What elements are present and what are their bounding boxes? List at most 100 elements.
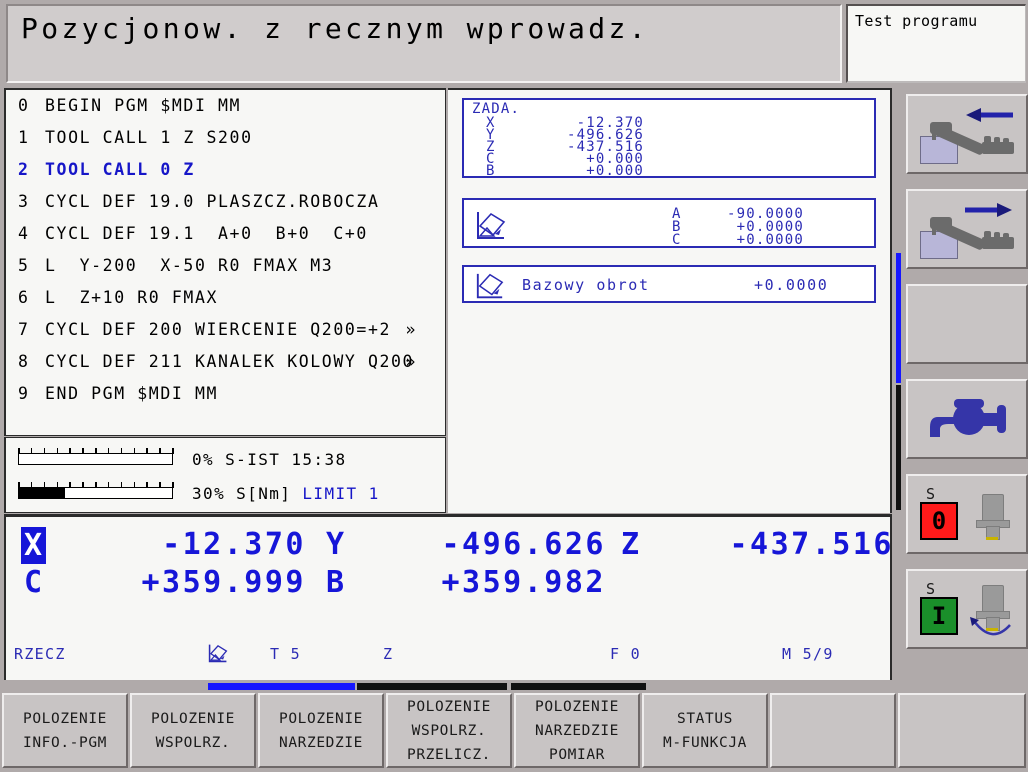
page-indicator-seg-3 <box>511 683 646 690</box>
spindle-status-pane: 0% S-IST 15:38 30% S[Nm] LIMIT 1 <box>4 437 446 513</box>
horizontal-softkey-row: POLOZENIE INFO.-PGM POLOZENIE WSPOLRZ. POLOZ… <box>0 691 1028 772</box>
machine-arrow-right-key[interactable] <box>906 189 1028 269</box>
softkey-label: M-FUNKCJA <box>663 734 747 751</box>
position-axis-value: +359.982 <box>441 565 606 600</box>
softkey-label: POLOZENIE <box>535 698 619 715</box>
softkey-label: NARZEDZIE <box>535 722 619 739</box>
tnc-control-screen: Pozycjonow. z recznym wprowadz. Test pro… <box>0 0 1028 772</box>
position-axis-label: Z <box>621 527 641 562</box>
softkey-6[interactable]: STATUS M-FUNKCJA <box>642 693 768 768</box>
softkey-2[interactable]: POLOZENIE WSPOLRZ. <box>130 693 256 768</box>
status-bar-row: 30% S[Nm] LIMIT 1 <box>6 482 445 512</box>
nominal-axis-value: +0.000 <box>586 163 644 179</box>
position-axis-value: -437.516 <box>729 527 894 562</box>
operating-mode-panel: Pozycjonow. z recznym wprowadz. <box>6 4 842 83</box>
program-line[interactable]: 9 END PGM $MDI MM <box>6 384 445 416</box>
machine-arrow-left-key[interactable] <box>906 94 1028 174</box>
basic-rotation-value: +0.0000 <box>754 276 829 294</box>
program-line[interactable]: 1 TOOL CALL 1 Z S200 <box>6 128 445 160</box>
tool-number-label: T 5 <box>270 645 301 663</box>
program-line[interactable]: 3 CYCL DEF 19.0 PLASZCZ.ROBOCZA <box>6 192 445 224</box>
status-bar-fill <box>19 488 65 498</box>
spindle-stop-letter: S <box>926 485 936 503</box>
softkey-label: POLOZENIE <box>279 710 363 727</box>
program-line-number: 7 <box>18 320 30 339</box>
position-axis-value: -496.626 <box>441 527 606 562</box>
position-row: X -12.370 Y -496.626 Z -437.516 <box>6 527 892 565</box>
position-axis-value: -12.370 <box>162 527 306 562</box>
program-line[interactable]: 4 CYCL DEF 19.1 A+0 B+0 C+0 <box>6 224 445 256</box>
program-line-text: END PGM $MDI MM <box>45 384 219 403</box>
vertical-scroll-indicator[interactable] <box>896 88 901 680</box>
program-line-number: 6 <box>18 288 30 307</box>
softkey-label: PRZELICZ. <box>407 746 491 763</box>
status-bar-row: 0% S-IST 15:38 <box>6 448 445 478</box>
status-bar-name: S-IST <box>225 450 281 469</box>
basic-rotation-label: Bazowy obrot <box>522 276 650 294</box>
program-line-text: L Z+10 R0 FMAX <box>45 288 219 307</box>
program-line[interactable]: 6 L Z+10 R0 FMAX <box>6 288 445 320</box>
program-line[interactable]: 5 L Y-200 X-50 R0 FMAX M3 <box>6 256 445 288</box>
program-line-number: 8 <box>18 352 30 371</box>
blank-key-1[interactable] <box>906 284 1028 364</box>
nominal-position-box: ZADA. X -12.370 Y -496.626 Z -437.516 C +0.000 B… <box>462 98 876 179</box>
status-bar-gauge <box>18 487 173 499</box>
program-line-text: CYCL DEF 19.0 PLASZCZ.ROBOCZA <box>45 192 380 211</box>
tilt-axis-name: C <box>672 232 682 248</box>
program-line-text: CYCL DEF 19.1 A+0 B+0 C+0 <box>45 224 368 243</box>
large-position-display: X -12.370 Y -496.626 Z -437.516 C +359.999 B +359… <box>4 514 892 680</box>
softkey-4[interactable]: POLOZENIE WSPOLRZ. PRZELICZ. <box>386 693 512 768</box>
tilted-plane-icon <box>474 208 508 246</box>
status-bar-limit: LIMIT 1 <box>302 484 380 503</box>
program-line-text: CYCL DEF 211 KANALEK KOLOWY Q200 <box>45 352 415 371</box>
softkey-page-indicator[interactable] <box>0 681 1028 691</box>
program-line-more-icon: » <box>405 320 417 339</box>
vertical-softkey-column: S 0 S I <box>896 88 1028 680</box>
program-line-number: 4 <box>18 224 30 243</box>
arrow-right-icon <box>964 201 1014 223</box>
spindle-start-letter: S <box>926 580 936 598</box>
program-line-number: 3 <box>18 192 30 211</box>
operating-mode-title: Pozycjonow. z recznym wprowadz. <box>21 12 649 45</box>
program-line[interactable]: 8 CYCL DEF 211 KANALEK KOLOWY Q200» <box>6 352 445 384</box>
page-indicator-active <box>208 683 355 690</box>
position-row: C +359.999 B +359.982 <box>6 565 890 603</box>
status-bar-extra: 15:38 <box>291 450 347 469</box>
nominal-axis-name: B <box>486 163 496 179</box>
coolant-key[interactable] <box>906 379 1028 459</box>
position-mode-label: RZECZ <box>14 645 66 663</box>
program-listing-pane[interactable]: 0 BEGIN PGM $MDI MM 1 TOOL CALL 1 Z S200 2 TO… <box>4 88 446 436</box>
tap-icon <box>924 393 1016 449</box>
program-line[interactable]: 0 BEGIN PGM $MDI MM <box>6 96 445 128</box>
program-line[interactable]: 2 TOOL CALL 0 Z <box>6 160 445 192</box>
program-line-number: 5 <box>18 256 30 275</box>
nominal-title: ZADA. <box>472 101 521 117</box>
softkey-label: POMIAR <box>549 746 605 763</box>
status-info-pane: ZADA. X -12.370 Y -496.626 Z -437.516 C +0.000 B… <box>448 88 892 513</box>
position-axis-label: B <box>326 565 346 600</box>
softkey-label: WSPOLRZ. <box>155 734 231 751</box>
program-line-number: 1 <box>18 128 30 147</box>
softkey-label: NARZEDZIE <box>279 734 363 751</box>
header-bar: Pozycjonow. z recznym wprowadz. Test pro… <box>0 0 1028 88</box>
tool-axis-label: Z <box>383 645 394 663</box>
softkey-5[interactable]: POLOZENIE NARZEDZIE POMIAR <box>514 693 640 768</box>
tilted-plane-icon <box>474 271 506 305</box>
position-axis-label: C <box>24 565 44 600</box>
softkey-3[interactable]: POLOZENIE NARZEDZIE <box>258 693 384 768</box>
program-line-more-icon: » <box>405 352 417 371</box>
spindle-stop-key[interactable]: S 0 <box>906 474 1028 554</box>
spindle-start-key[interactable]: S I <box>906 569 1028 649</box>
status-bar-name: S[Nm] <box>236 484 292 503</box>
softkey-8[interactable] <box>898 693 1026 768</box>
position-axis-label: X <box>21 527 47 564</box>
program-line-number: 0 <box>18 96 30 115</box>
softkey-label: POLOZENIE <box>23 710 107 727</box>
softkey-label: WSPOLRZ. <box>411 722 487 739</box>
tilted-plane-icon <box>207 642 229 668</box>
softkey-7[interactable] <box>770 693 896 768</box>
program-line[interactable]: 7 CYCL DEF 200 WIERCENIE Q200=+2 » <box>6 320 445 352</box>
softkey-1[interactable]: POLOZENIE INFO.-PGM <box>2 693 128 768</box>
position-axis-value: +359.999 <box>141 565 306 600</box>
tilt-axes-box: A -90.0000 B +0.0000 C +0.0000 <box>462 198 876 248</box>
